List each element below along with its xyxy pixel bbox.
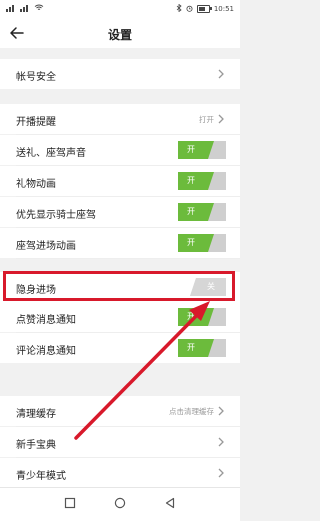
wifi-icon <box>34 4 44 13</box>
setting-label: 礼物动画 <box>16 179 56 190</box>
setting-label: 评论消息通知 <box>16 346 76 357</box>
app-header: 设置 <box>0 18 240 48</box>
toggle-switch[interactable]: 开 <box>178 141 226 159</box>
status-left <box>6 4 44 13</box>
setting-row-clear-cache[interactable]: 清理缓存 点击清理缓存 <box>0 396 240 426</box>
setting-label: 清理缓存 <box>16 409 56 420</box>
page-title: 设置 <box>107 28 132 42</box>
setting-label: 帐号安全 <box>16 72 56 83</box>
setting-row-teen-mode[interactable]: 青少年模式 <box>0 458 240 488</box>
bluetooth-icon <box>176 3 182 14</box>
home-icon[interactable] <box>114 497 126 509</box>
recents-icon[interactable] <box>64 497 76 509</box>
setting-label: 点赞消息通知 <box>16 315 76 326</box>
setting-label: 开播提醒 <box>16 117 56 128</box>
status-time: 10:51 <box>213 5 234 13</box>
signal-icon-2 <box>20 5 30 12</box>
toggle-state: 开 <box>187 207 195 216</box>
toggle-switch[interactable]: 开 <box>178 339 226 357</box>
chevron-right-icon <box>218 468 224 478</box>
setting-row-account-security[interactable]: 帐号安全 <box>0 59 240 89</box>
toggle-state: 开 <box>187 145 195 154</box>
toggle-switch[interactable]: 开 <box>178 308 226 326</box>
setting-label: 送礼、座驾声音 <box>16 148 86 159</box>
setting-label: 优先显示骑士座驾 <box>16 210 96 221</box>
setting-row-gift-animation: 礼物动画 开 <box>0 166 240 196</box>
setting-value: 打开 <box>199 115 214 124</box>
status-bar: 10:51 <box>0 0 240 18</box>
toggle-state: 开 <box>187 343 195 352</box>
system-nav-bar <box>0 487 240 521</box>
setting-row-beginner-guide[interactable]: 新手宝典 <box>0 427 240 457</box>
toggle-state: 关 <box>207 282 215 291</box>
setting-label: 青少年模式 <box>16 471 66 482</box>
chevron-right-icon <box>218 114 224 124</box>
chevron-right-icon <box>218 437 224 447</box>
chevron-right-icon <box>218 406 224 416</box>
setting-row-vehicle-entry-animation: 座驾进场动画 开 <box>0 228 240 258</box>
toggle-state: 开 <box>187 176 195 185</box>
setting-row-stealth-entry: 隐身进场 关 <box>0 272 240 302</box>
back-nav-icon[interactable] <box>164 497 176 509</box>
setting-label: 新手宝典 <box>16 440 56 451</box>
setting-row-like-notification: 点赞消息通知 开 <box>0 302 240 332</box>
toggle-switch[interactable]: 关 <box>178 278 226 296</box>
alarm-icon <box>186 5 193 14</box>
status-right: 10:51 <box>176 3 234 14</box>
toggle-switch[interactable]: 开 <box>178 203 226 221</box>
setting-label: 隐身进场 <box>16 285 56 296</box>
setting-label: 座驾进场动画 <box>16 241 76 252</box>
setting-row-gift-sound: 送礼、座驾声音 开 <box>0 135 240 165</box>
battery-icon <box>196 5 212 13</box>
setting-row-knight-vehicle: 优先显示骑士座驾 开 <box>0 197 240 227</box>
toggle-state: 开 <box>187 238 195 247</box>
toggle-switch[interactable]: 开 <box>178 172 226 190</box>
divider <box>16 258 240 259</box>
toggle-switch[interactable]: 开 <box>178 234 226 252</box>
setting-value: 点击清理缓存 <box>169 407 214 416</box>
toggle-state: 开 <box>187 312 195 321</box>
chevron-right-icon <box>218 69 224 79</box>
setting-row-comment-notification: 评论消息通知 开 <box>0 333 240 363</box>
signal-icon <box>6 5 16 12</box>
setting-row-live-reminder[interactable]: 开播提醒 打开 <box>0 104 240 134</box>
